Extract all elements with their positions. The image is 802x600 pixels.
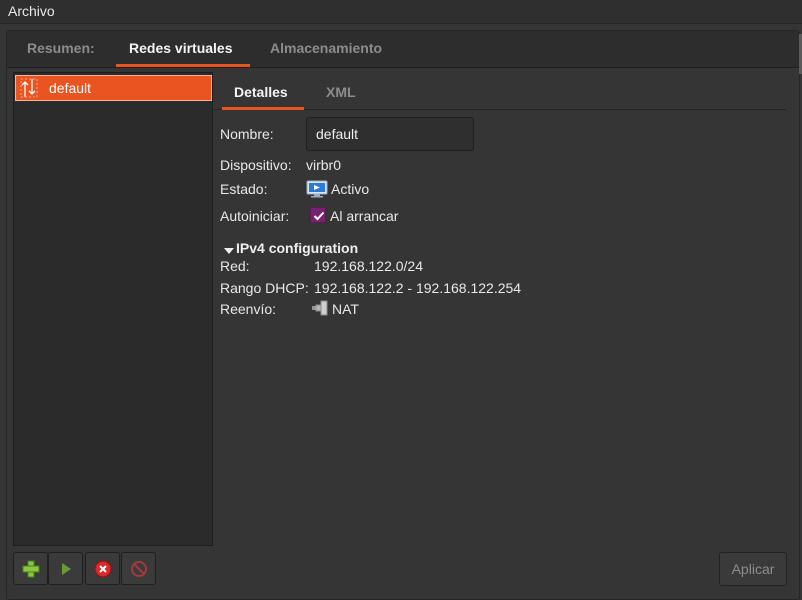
device-value: virbr0 [306, 157, 342, 173]
forward-label: Reenvío: [220, 301, 277, 317]
top-tab-bar: Resumen: Redes virtuales Almacenamiento [7, 31, 799, 68]
menu-archivo[interactable]: Archivo [8, 3, 55, 19]
tab-detalles[interactable]: Detalles [234, 84, 288, 100]
active-tab-indicator [116, 64, 250, 67]
state-value: Activo [331, 181, 370, 197]
expander-down-icon[interactable] [224, 243, 234, 259]
network-list: default [13, 72, 213, 546]
autostart-value[interactable]: Al arrancar [330, 208, 398, 224]
tab-almacenamiento[interactable]: Almacenamiento [270, 40, 382, 56]
ipv4-section-title[interactable]: IPv4 configuration [236, 240, 358, 256]
start-network-button[interactable] [48, 552, 83, 585]
active-detail-tab-indicator [222, 107, 304, 110]
add-network-button[interactable] [13, 552, 48, 585]
no-entry-icon [131, 561, 147, 577]
apply-button[interactable]: Aplicar [719, 552, 787, 586]
stop-network-button[interactable] [85, 552, 120, 585]
state-label: Estado: [220, 181, 268, 197]
menubar: Archivo [0, 0, 802, 24]
monitor-active-icon [306, 180, 328, 201]
plus-icon [22, 560, 40, 578]
tab-redes-virtuales[interactable]: Redes virtuales [129, 40, 233, 56]
network-value: 192.168.122.0/24 [314, 258, 423, 274]
detail-tab-bar: Detalles XML [214, 72, 786, 110]
checkmark-icon [313, 211, 325, 221]
network-label: Red: [220, 258, 250, 274]
autostart-label: Autoiniciar: [220, 208, 290, 224]
name-label: Nombre: [220, 126, 274, 142]
list-item[interactable]: default [15, 75, 212, 101]
tab-resumen[interactable]: Resumen: [27, 40, 95, 56]
plug-icon [312, 300, 330, 319]
list-item-label: default [49, 80, 92, 96]
network-icon [19, 77, 39, 99]
name-field[interactable]: default [306, 117, 474, 151]
autostart-checkbox[interactable] [310, 207, 326, 223]
dhcp-range-label: Rango DHCP: [220, 280, 309, 296]
delete-network-button[interactable] [121, 552, 156, 585]
device-label: Dispositivo: [220, 157, 292, 173]
stop-x-icon [94, 560, 112, 578]
tab-xml[interactable]: XML [326, 84, 356, 100]
forward-value: NAT [332, 301, 359, 317]
dhcp-range-value: 192.168.122.2 - 192.168.122.254 [314, 280, 522, 296]
play-icon [62, 563, 71, 575]
